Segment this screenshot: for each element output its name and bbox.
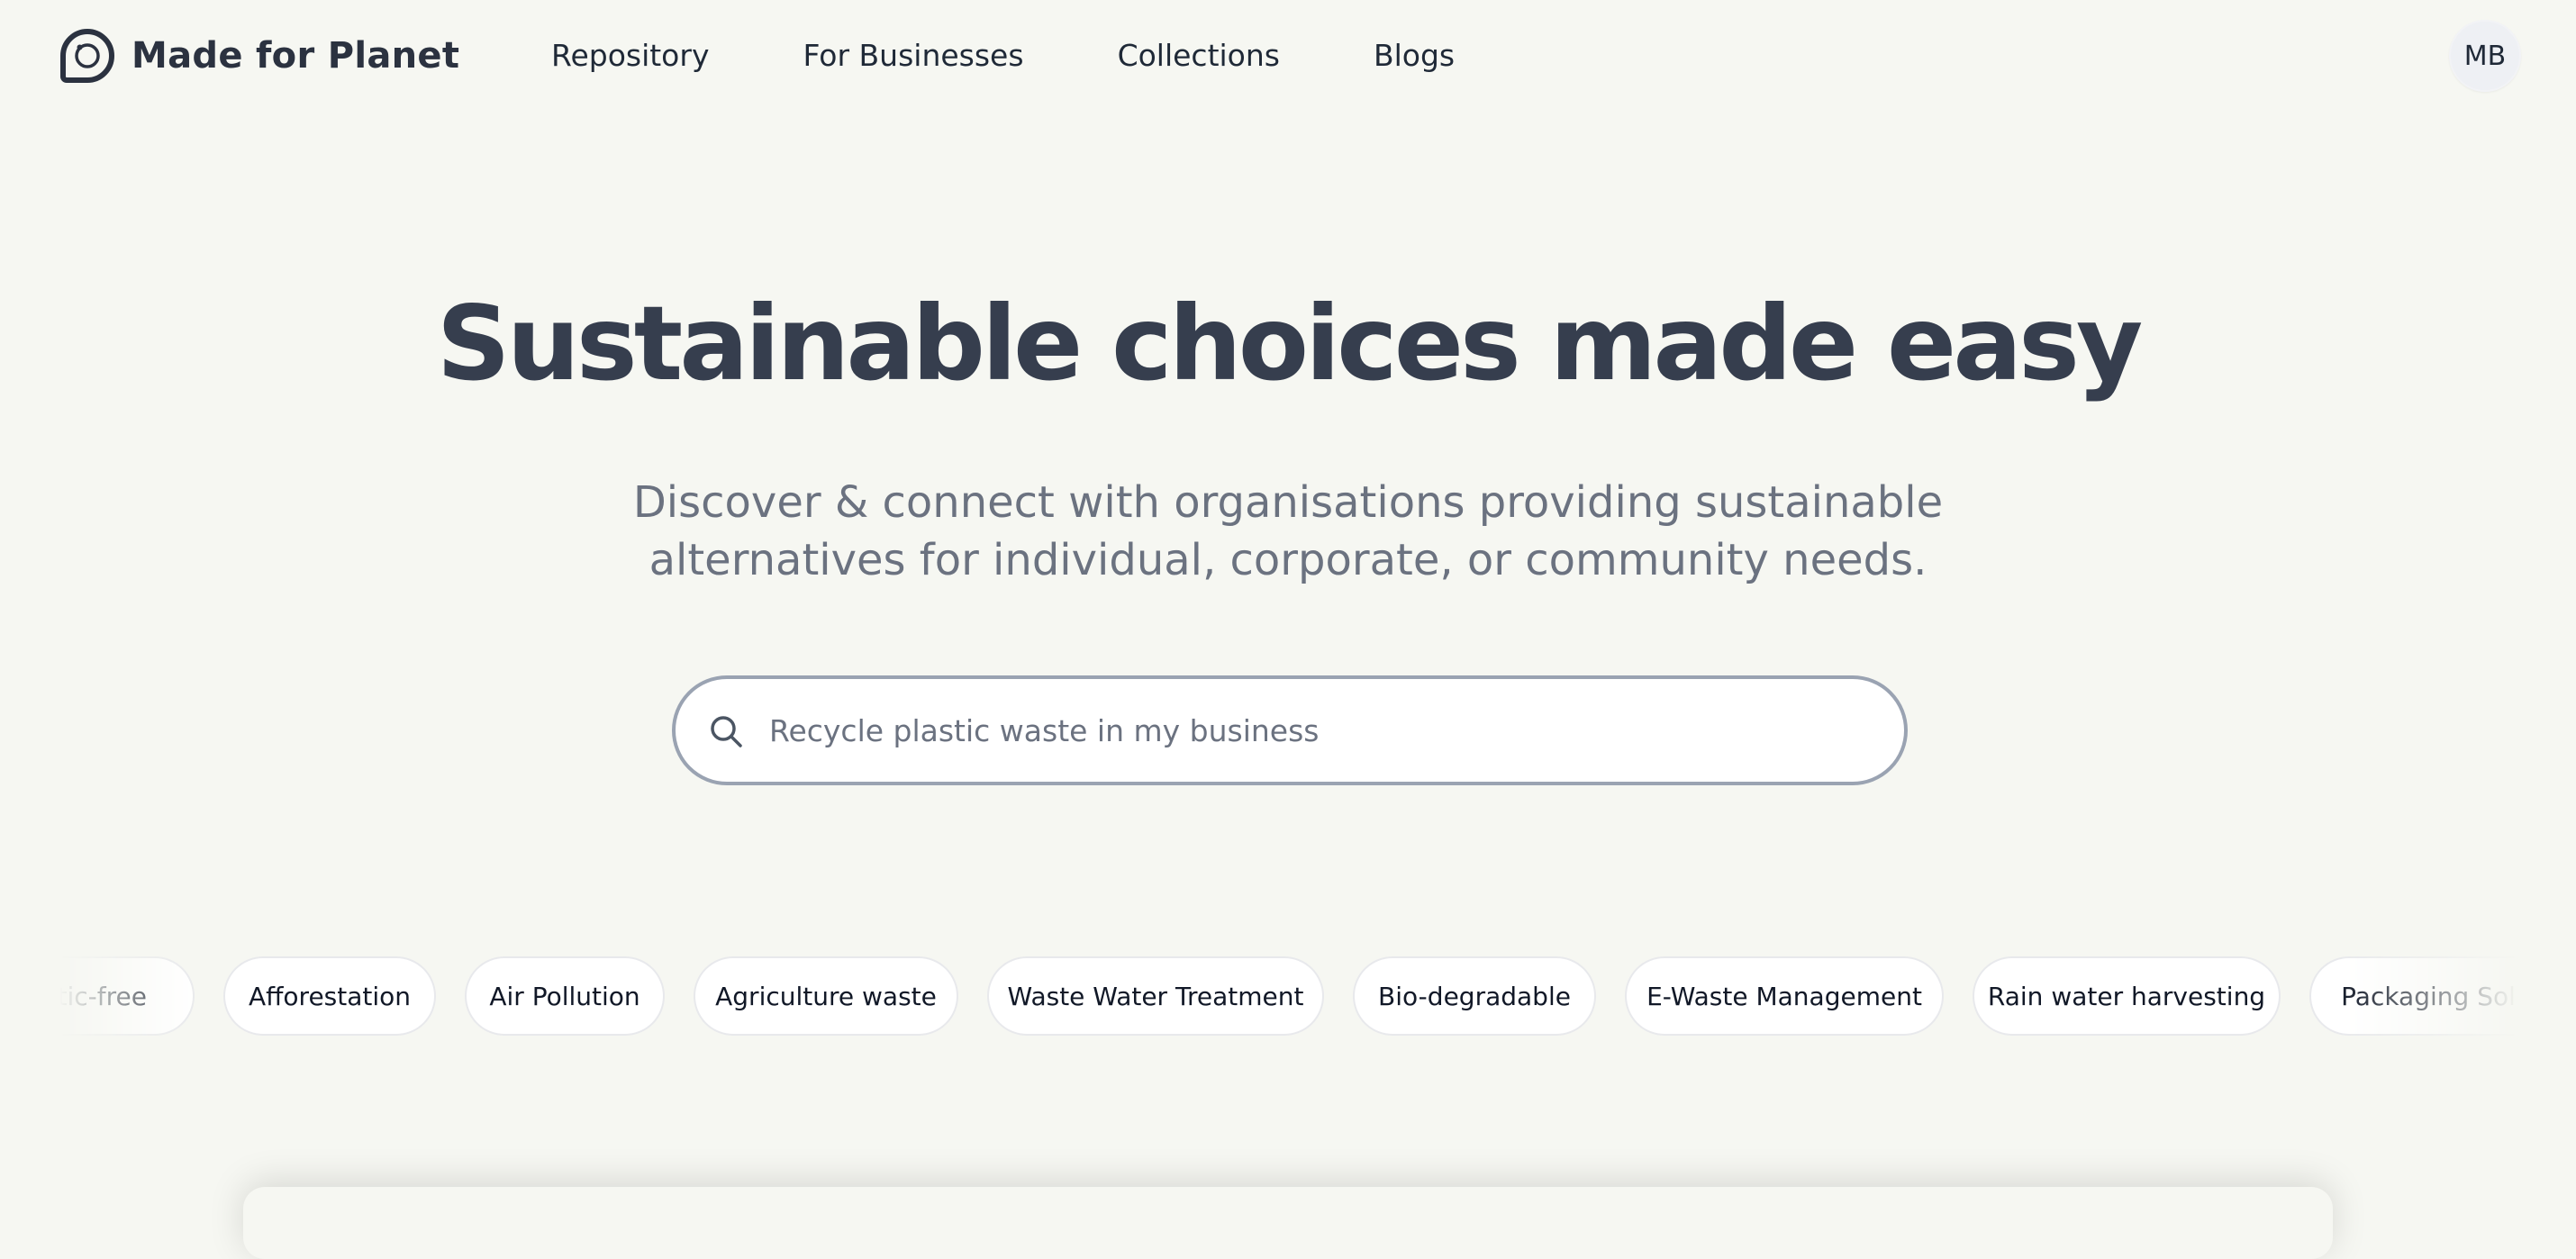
nav-item-blogs[interactable]: Blogs <box>1374 34 1455 77</box>
hero-subtitle: Discover & connect with organisations pr… <box>630 474 1946 589</box>
tag-plastic-free[interactable]: Plastic-free <box>59 956 195 1036</box>
tag-agriculture-waste[interactable]: Agriculture waste <box>694 956 958 1036</box>
main-nav: Repository For Businesses Collections Bl… <box>551 34 1455 77</box>
tag-air-pollution[interactable]: Air Pollution <box>465 956 665 1036</box>
hero-title: Sustainable choices made easy <box>436 284 2144 403</box>
tag-bio-degradable[interactable]: Bio-degradable <box>1353 956 1596 1036</box>
nav-item-repository[interactable]: Repository <box>551 34 709 77</box>
topic-tags-strip: Plastic-free Afforestation Air Pollution… <box>59 955 2518 1041</box>
tag-afforestation[interactable]: Afforestation <box>223 956 436 1036</box>
nav-item-for-businesses[interactable]: For Businesses <box>803 34 1023 77</box>
hero-subtitle-line-1: Discover & connect with organisations pr… <box>632 477 1944 528</box>
nav-item-collections[interactable]: Collections <box>1118 34 1280 77</box>
brand-logo-link[interactable]: Made for Planet <box>59 25 459 86</box>
hero-subtitle-line-2: alternatives for individual, corporate, … <box>649 535 1927 585</box>
search-bar[interactable] <box>672 675 1908 785</box>
tag-e-waste-management[interactable]: E-Waste Management <box>1625 956 1944 1036</box>
user-avatar[interactable]: MB <box>2449 20 2521 92</box>
tag-rain-water-harvesting[interactable]: Rain water harvesting <box>1973 956 2281 1036</box>
search-input[interactable] <box>769 679 1868 782</box>
logo-icon <box>60 28 115 83</box>
tag-waste-water-treatment[interactable]: Waste Water Treatment <box>987 956 1324 1036</box>
content-card-edge <box>243 1187 2333 1259</box>
brand-name: Made for Planet <box>132 35 460 77</box>
search-icon <box>711 716 742 747</box>
tag-packaging-solutions[interactable]: Packaging Solutions <box>2309 956 2518 1036</box>
site-header: Made for Planet Repository For Businesse… <box>0 0 2576 112</box>
